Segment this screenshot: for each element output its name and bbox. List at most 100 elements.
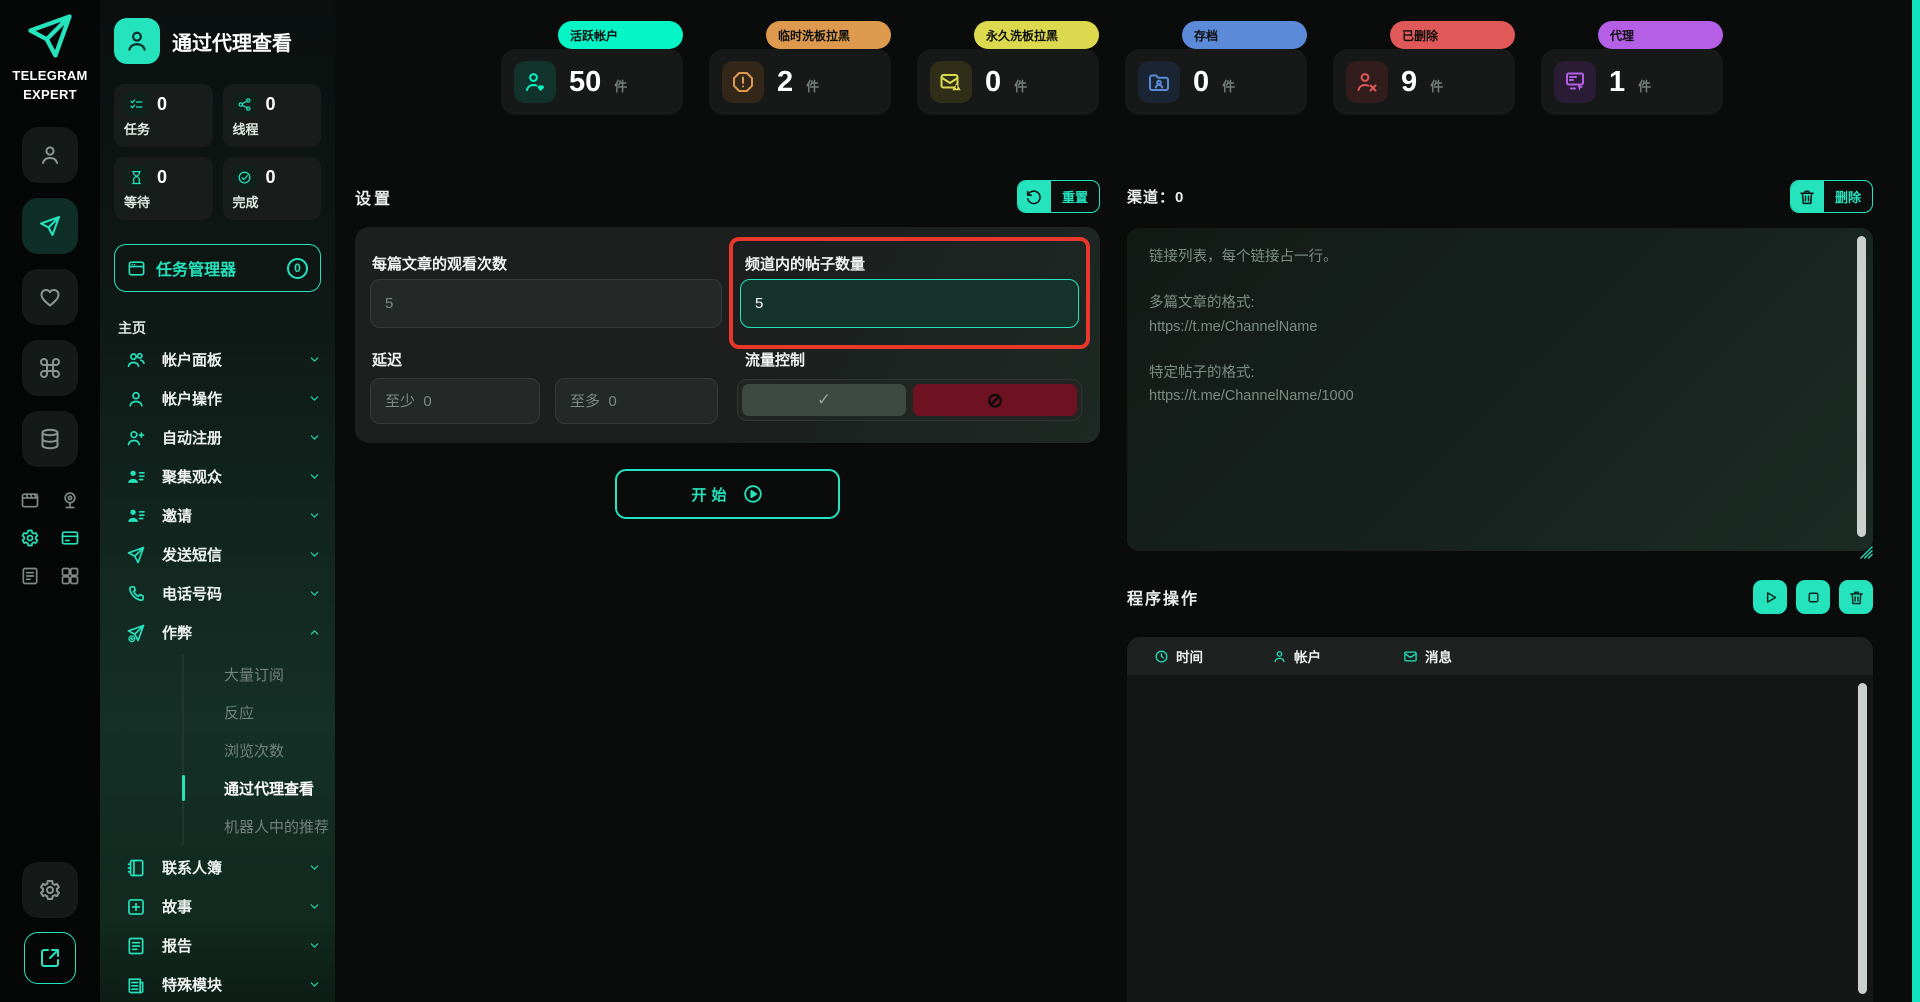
- nav-label: 自动注册: [162, 427, 222, 448]
- reset-button[interactable]: 重置: [1017, 180, 1100, 213]
- user-icon: [1272, 649, 1287, 664]
- log-play-button[interactable]: [1753, 580, 1787, 614]
- folder-user-icon: [1138, 61, 1180, 103]
- chevron-down-icon: [308, 900, 321, 913]
- card-perm-blocked: 永久洗板拉黑 0件: [917, 49, 1099, 115]
- rail-database-button[interactable]: [22, 411, 78, 467]
- user-icon: [38, 143, 62, 167]
- nav-item-reports[interactable]: 报告: [100, 926, 335, 965]
- chevron-down-icon: [308, 587, 321, 600]
- stop-icon: [1805, 589, 1822, 606]
- rail-commands-button[interactable]: [22, 340, 78, 396]
- channel-links-textarea[interactable]: [1127, 228, 1873, 551]
- submenu-item-reactions[interactable]: 反应: [184, 693, 335, 731]
- users-icon: [126, 350, 146, 370]
- submenu-item-mass-subscribe[interactable]: 大量订阅: [184, 655, 335, 693]
- delay-min-input[interactable]: [370, 378, 540, 424]
- database-icon: [38, 427, 62, 451]
- chevron-down-icon: [308, 939, 321, 952]
- program-header: 程序操作: [1127, 580, 1873, 614]
- status-badge: 代理: [1598, 21, 1723, 49]
- nav-label: 联系人簿: [162, 857, 222, 878]
- chevron-down-icon: [308, 470, 321, 483]
- nav-label: 聚集观众: [162, 466, 222, 487]
- nav-item-stories[interactable]: 故事: [100, 887, 335, 926]
- counter-tasks: 0 任务: [114, 84, 213, 147]
- film-icon[interactable]: [19, 489, 41, 511]
- notes-icon[interactable]: [19, 565, 41, 587]
- card-deleted: 已删除 9件: [1333, 49, 1515, 115]
- submenu-item-views[interactable]: 浏览次数: [184, 731, 335, 769]
- sidebar: 通过代理查看 0 任务 0 线程 0 等待 0 完成 任务管理器 0: [100, 0, 335, 1002]
- rail-favorites-button[interactable]: [22, 269, 78, 325]
- rail-settings-button[interactable]: [22, 862, 78, 918]
- task-manager-button[interactable]: 任务管理器 0: [114, 244, 321, 292]
- rail-accounts-button[interactable]: [22, 127, 78, 183]
- nav-item-accounts-panel[interactable]: 帐户面板: [100, 340, 335, 379]
- user-list-icon: [126, 506, 146, 526]
- submenu-item-view-via-proxy[interactable]: 通过代理查看: [184, 769, 335, 807]
- card-value: 0: [1193, 66, 1209, 99]
- counter-value: 0: [157, 94, 167, 115]
- counter-waiting: 0 等待: [114, 157, 213, 220]
- chevron-down-icon: [308, 392, 321, 405]
- card-value: 2: [777, 66, 793, 99]
- rail-sender-button[interactable]: [22, 198, 78, 254]
- nav-item-send-sms[interactable]: 发送短信: [100, 535, 335, 574]
- nav-item-auto-register[interactable]: 自动注册: [100, 418, 335, 457]
- start-button[interactable]: 开始: [615, 469, 840, 519]
- billing-panel-icon[interactable]: [59, 527, 81, 549]
- chevron-down-icon: [308, 978, 321, 991]
- page-scrollbar[interactable]: [1912, 0, 1920, 1002]
- nav-item-cheat[interactable]: 作弊: [100, 613, 335, 652]
- user-plus-icon: [126, 428, 146, 448]
- nav-item-special-modules[interactable]: 特殊模块: [100, 965, 335, 1002]
- textarea-scrollbar[interactable]: [1857, 236, 1866, 537]
- views-input[interactable]: [370, 279, 722, 328]
- resize-grip-icon[interactable]: [1859, 545, 1874, 560]
- traffic-control-toggle: ✓ ⊘: [737, 379, 1082, 421]
- settings-gear-icon: [38, 878, 62, 902]
- webcam-icon[interactable]: [59, 489, 81, 511]
- delay-max-input[interactable]: [555, 378, 718, 424]
- log-table: 时间 帐户 消息: [1127, 637, 1873, 1002]
- nav-label: 发送短信: [162, 544, 222, 565]
- rail-mini-icons: [19, 489, 81, 587]
- play-circle-icon: [742, 483, 764, 505]
- user-list-icon: [126, 467, 146, 487]
- log-table-scrollbar[interactable]: [1858, 683, 1867, 994]
- modules-grid-icon[interactable]: [59, 565, 81, 587]
- chevron-down-icon: [308, 861, 321, 874]
- log-clear-button[interactable]: [1839, 580, 1873, 614]
- gear-icon[interactable]: [19, 527, 41, 549]
- heart-icon: [38, 285, 62, 309]
- nav-item-gather-audience[interactable]: 聚集观众: [100, 457, 335, 496]
- traffic-block-option[interactable]: ⊘: [913, 384, 1077, 416]
- card-proxies: 代理 1件: [1541, 49, 1723, 115]
- nav-label: 故事: [162, 896, 192, 917]
- column-message: 消息: [1403, 646, 1452, 666]
- nav-item-contacts-book[interactable]: 联系人簿: [100, 848, 335, 887]
- reset-icon: [1018, 181, 1051, 212]
- log-stop-button[interactable]: [1796, 580, 1830, 614]
- rail-bottom: [22, 862, 78, 984]
- rail-open-external-button[interactable]: [24, 932, 76, 984]
- nav-item-phone-numbers[interactable]: 电话号码: [100, 574, 335, 613]
- card-archived: 存档 0件: [1125, 49, 1307, 115]
- module-avatar: [114, 18, 160, 64]
- nav-item-invite[interactable]: 邀请: [100, 496, 335, 535]
- plus-square-icon: [126, 897, 146, 917]
- user-icon: [126, 389, 146, 409]
- notebook-icon: [126, 858, 146, 878]
- posts-input[interactable]: [740, 279, 1079, 328]
- card-value: 50: [569, 66, 601, 99]
- nav-label: 邀请: [162, 505, 192, 526]
- card-unit: 件: [1638, 76, 1651, 95]
- reset-label: 重置: [1051, 181, 1099, 212]
- submenu-item-bot-referrals[interactable]: 机器人中的推荐: [184, 807, 335, 845]
- nav-home-label[interactable]: 主页: [118, 318, 335, 338]
- delete-button[interactable]: 删除: [1790, 180, 1873, 213]
- traffic-allow-option[interactable]: ✓: [742, 384, 906, 416]
- brand-logo: TELEGRAM EXPERT: [12, 10, 87, 105]
- nav-item-account-actions[interactable]: 帐户操作: [100, 379, 335, 418]
